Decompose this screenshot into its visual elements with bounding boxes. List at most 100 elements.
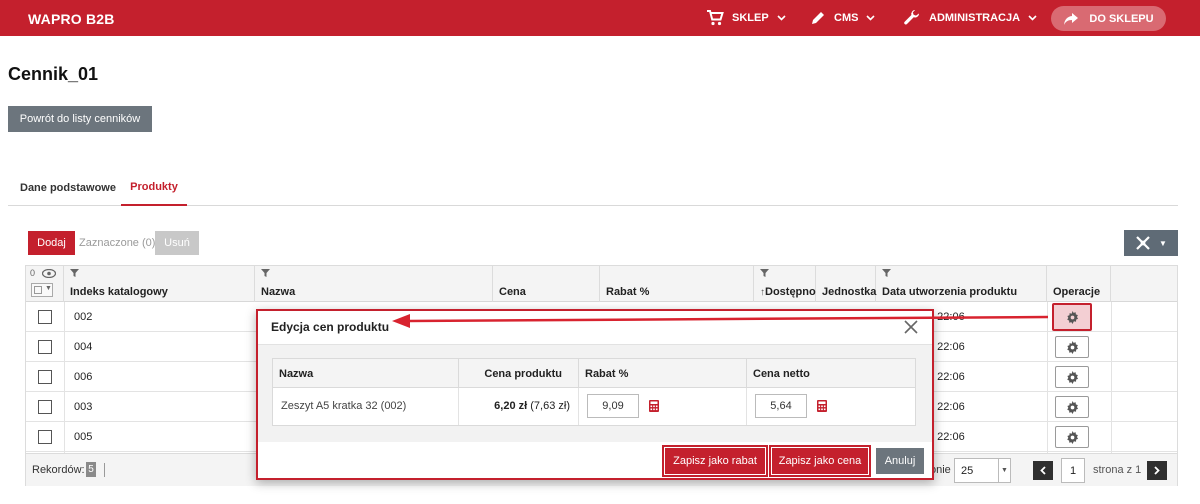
eye-icon[interactable] [42,269,56,278]
nav-administracja[interactable]: ADMINISTRACJA [903,0,1037,36]
col-label: Nazwa [261,286,296,298]
price-edit-header: Nazwa Cena produktu Rabat % Cena netto [273,359,915,388]
cell-discount: 9,09 [579,388,747,425]
row-settings-button[interactable] [1052,303,1092,331]
next-page-button[interactable] [1147,461,1167,480]
bulk-select-dropdown[interactable]: ▼ [31,283,53,297]
gear-icon [1066,310,1078,324]
cell-price: 6,20 zł (7,63 zł) [459,388,579,425]
col-net-price: Cena netto [753,368,810,380]
modal-title: Edycja cen produktu [271,320,390,334]
row-checkbox[interactable] [38,340,52,354]
save-as-price-button[interactable]: Zapisz jako cena [769,445,871,477]
save-as-discount-button[interactable]: Zapisz jako rabat [662,445,768,477]
tools-dropdown-button[interactable]: ▼ [1124,230,1178,256]
delete-button[interactable]: Usuń [155,231,199,255]
row-settings-button[interactable] [1055,336,1089,358]
visible-count: 0 [30,268,36,278]
tools-icon [1136,236,1150,250]
col-discount: Rabat % [579,359,747,388]
filter-icon[interactable] [70,269,79,277]
go-to-shop-button[interactable]: DO SKLEPU [1051,6,1166,31]
footer-divider [104,463,105,477]
row-checkbox[interactable] [38,400,52,414]
col-label: Dostępno [765,286,816,298]
row-code: 003 [74,401,93,413]
filter-icon[interactable] [760,269,769,277]
page-number-input[interactable]: 1 [1061,458,1085,483]
modal-footer: Zapisz jako rabat Zapisz jako cena Anulu… [258,442,932,478]
records-count-badge: 5 [86,462,96,477]
header-col-unit[interactable]: Jednostka [816,266,876,302]
cell-net: 5,64 [747,388,915,425]
chevron-right-icon [1154,466,1160,475]
per-page-value: 25 [961,465,974,477]
share-arrow-icon [1064,12,1079,25]
net-price-input[interactable]: 5,64 [755,394,807,418]
header-col-operations: Operacje [1047,266,1111,302]
top-navbar: WAPRO B2B SKLEP CMS ADMINISTRACJA DO SKL… [0,0,1200,36]
caret-down-icon: ▼ [1159,238,1167,248]
chevron-down-icon [866,15,876,21]
row-code: 006 [74,371,93,383]
tab-bar: Dane podstawowe Produkty [8,170,1178,206]
header-col-discount[interactable]: Rabat % [600,266,754,302]
chevron-down-icon: ▼ [998,459,1010,482]
filter-icon[interactable] [882,269,891,277]
edit-price-modal: Edycja cen produktu Nazwa Cena produktu … [256,309,934,480]
pencil-icon [812,12,824,24]
close-icon[interactable] [903,319,919,335]
per-page-select[interactable]: 25 ▼ [954,458,1011,483]
row-checkbox[interactable] [38,310,52,324]
header-col-index[interactable]: Indeks katalogowy [64,266,255,302]
chevron-left-icon [1040,466,1046,475]
header-col-availability[interactable]: ↑Dostępno [754,266,816,302]
price-net: 6,20 zł [494,400,528,412]
row-settings-button[interactable] [1055,396,1089,418]
gear-icon [1066,430,1078,444]
discount-input[interactable]: 9,09 [587,394,639,418]
calculator-icon[interactable] [649,400,659,412]
brand-logo[interactable]: WAPRO B2B [28,11,115,27]
row-settings-button[interactable] [1055,426,1089,448]
nav-sklep[interactable]: SKLEP [706,0,786,36]
cancel-button[interactable]: Anuluj [876,448,924,474]
page-title: Cennik_01 [8,64,99,84]
col-label: Jednostka [822,286,877,298]
wrench-icon [904,10,920,25]
price-edit-row: Zeszyt A5 kratka 32 (002) 6,20 zł (7,63 … [273,388,915,425]
price-gross: (7,63 zł) [530,400,570,412]
nav-cms-label: CMS [834,12,859,24]
gear-icon [1066,370,1078,384]
grid-header: 0 ▼ Indeks katalogowy Nazwa Cena Rabat % [26,266,1177,302]
header-col-price[interactable]: Cena [493,266,600,302]
col-label-wrap: ↑Dostępno [760,286,816,298]
row-code: 004 [74,341,93,353]
price-edit-table: Nazwa Cena produktu Rabat % Cena netto Z… [272,358,916,426]
cart-icon [707,10,724,26]
chevron-down-icon [777,15,786,21]
gear-icon [1066,400,1078,414]
add-button[interactable]: Dodaj [28,231,75,255]
back-to-pricelists-button[interactable]: Powrót do listy cenników [8,106,152,132]
tab-dane-podstawowe[interactable]: Dane podstawowe [20,170,116,206]
product-name: Zeszyt A5 kratka 32 (002) [281,400,407,412]
selected-count-label: Zaznaczone (0) [79,237,156,249]
filter-icon[interactable] [261,269,270,277]
records-label: Rekordów: [32,464,85,476]
row-checkbox[interactable] [38,370,52,384]
col-label: Cena [499,286,526,298]
bulk-checkbox-icon [34,286,42,294]
header-col-created[interactable]: Data utworzenia produktu [876,266,1047,302]
header-col-name[interactable]: Nazwa [255,266,493,302]
tab-produkty[interactable]: Produkty [121,170,187,206]
row-settings-button[interactable] [1055,366,1089,388]
prev-page-button[interactable] [1033,461,1053,480]
nav-cms[interactable]: CMS [810,0,876,36]
row-checkbox[interactable] [38,430,52,444]
modal-body: Nazwa Cena produktu Rabat % Cena netto Z… [258,345,932,442]
col-label: Rabat % [606,286,650,298]
price-wrap: 6,20 zł (7,63 zł) [494,400,570,412]
calculator-icon[interactable] [817,400,827,412]
gear-icon [1066,340,1078,354]
